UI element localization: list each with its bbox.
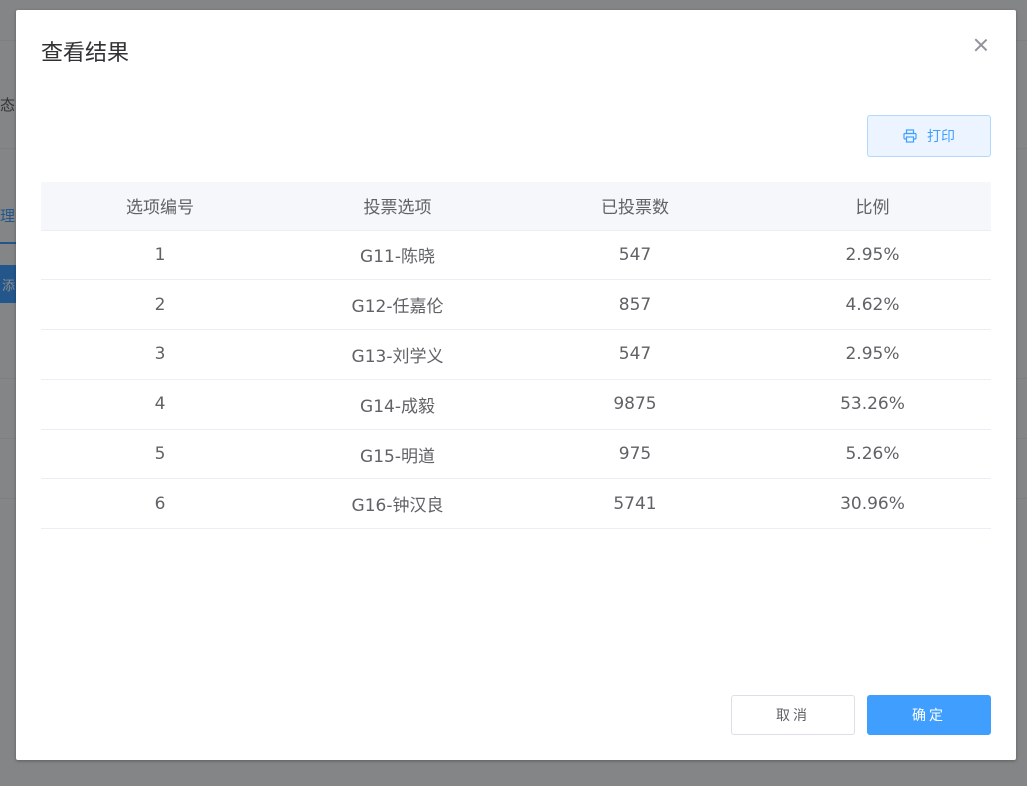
cell-vote-count: 9875 xyxy=(516,379,754,430)
results-dialog: 查看结果 打印 选项编号 投票选项 已投票数 比例 1 G11-陈晓 547 2… xyxy=(16,10,1016,760)
cell-option-number: 4 xyxy=(41,379,279,430)
column-header-vote-count: 已投票数 xyxy=(516,182,754,231)
dialog-title: 查看结果 xyxy=(41,41,130,66)
print-button[interactable]: 打印 xyxy=(867,115,991,157)
cell-vote-count: 547 xyxy=(516,329,754,380)
cell-ratio: 4.62% xyxy=(754,279,991,331)
cell-ratio: 53.26% xyxy=(754,379,991,430)
cell-ratio: 5.26% xyxy=(754,429,991,480)
column-header-option-number: 选项编号 xyxy=(41,182,279,231)
cell-vote-option: G14-成毅 xyxy=(279,379,516,430)
table-header-row: 选项编号 投票选项 已投票数 比例 xyxy=(41,182,991,231)
table-row: 4 G14-成毅 9875 53.26% xyxy=(41,379,991,430)
cell-vote-option: G15-明道 xyxy=(279,429,516,480)
cell-ratio: 2.95% xyxy=(754,230,991,281)
column-header-ratio: 比例 xyxy=(754,182,991,231)
confirm-button[interactable]: 确定 xyxy=(867,695,991,735)
cell-vote-count: 975 xyxy=(516,429,754,480)
cell-option-number: 2 xyxy=(41,279,279,331)
cell-vote-count: 5741 xyxy=(516,478,754,530)
cell-vote-option: G11-陈晓 xyxy=(279,230,516,281)
cell-vote-option: G12-任嘉伦 xyxy=(279,279,516,331)
cell-vote-option: G16-钟汉良 xyxy=(279,478,516,530)
table-row: 1 G11-陈晓 547 2.95% xyxy=(41,230,991,281)
cancel-button[interactable]: 取消 xyxy=(731,695,855,735)
cell-ratio: 2.95% xyxy=(754,329,991,380)
cell-vote-count: 857 xyxy=(516,279,754,331)
results-table: 选项编号 投票选项 已投票数 比例 1 G11-陈晓 547 2.95% 2 G… xyxy=(41,182,991,530)
cell-option-number: 1 xyxy=(41,230,279,281)
table-row: 6 G16-钟汉良 5741 30.96% xyxy=(41,478,991,530)
cell-option-number: 6 xyxy=(41,478,279,530)
cell-option-number: 3 xyxy=(41,329,279,380)
table-row: 5 G15-明道 975 5.26% xyxy=(41,429,991,480)
print-button-label: 打印 xyxy=(927,129,955,145)
cell-vote-option: G13-刘学义 xyxy=(279,329,516,380)
cell-ratio: 30.96% xyxy=(754,478,991,530)
cell-vote-count: 547 xyxy=(516,230,754,281)
table-row: 2 G12-任嘉伦 857 4.62% xyxy=(41,279,991,331)
column-header-vote-option: 投票选项 xyxy=(279,182,516,231)
table-row: 3 G13-刘学义 547 2.95% xyxy=(41,329,991,380)
printer-icon xyxy=(903,129,917,143)
cell-option-number: 5 xyxy=(41,429,279,480)
close-icon[interactable] xyxy=(972,36,990,54)
